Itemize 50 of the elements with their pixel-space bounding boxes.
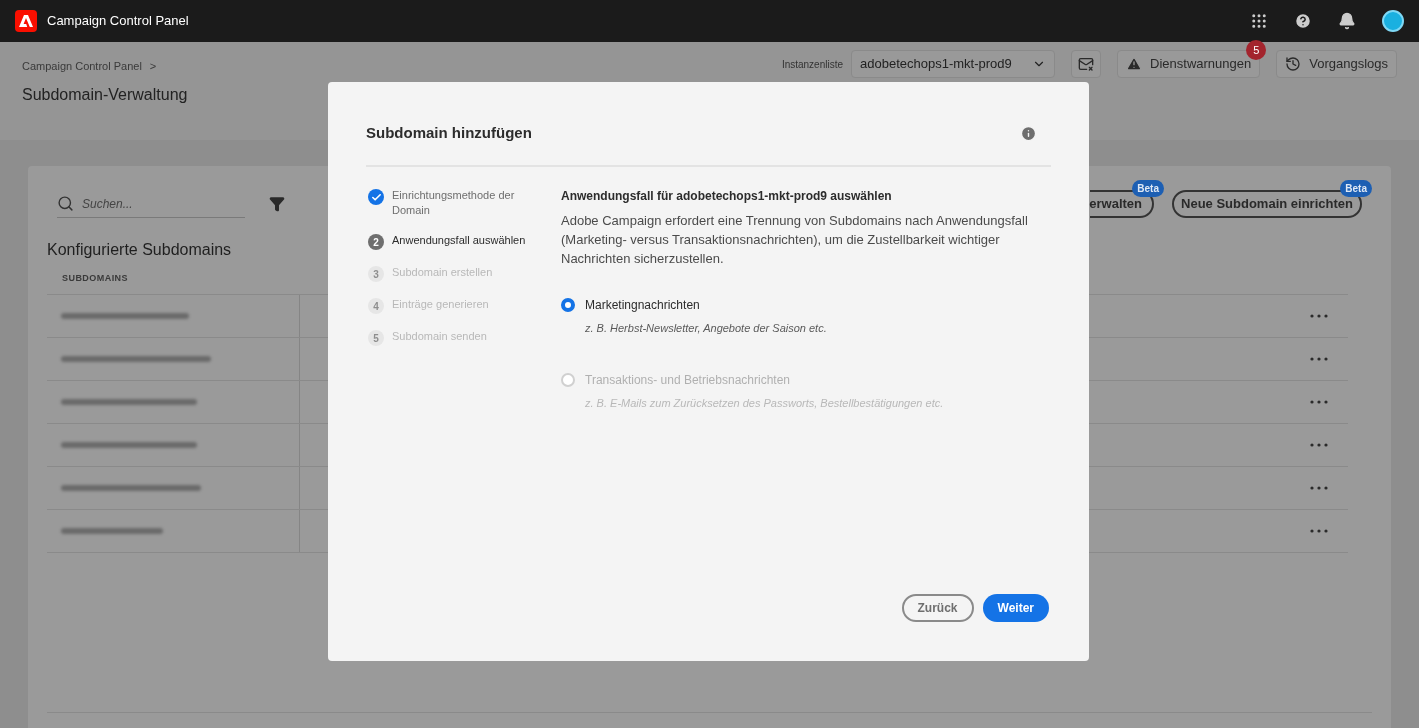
more-icon[interactable] (1310, 399, 1328, 404)
step-label: Einträge generieren (392, 297, 490, 312)
more-icon[interactable] (1310, 528, 1328, 533)
apps-icon[interactable] (1250, 12, 1268, 30)
step-number: 5 (368, 330, 384, 346)
radio-button[interactable] (561, 298, 575, 312)
filter-icon[interactable] (269, 196, 285, 212)
dialog-title: Subdomain hinzufügen (366, 123, 532, 144)
avatar[interactable] (1382, 10, 1404, 32)
column-header: SUBDOMAINS (62, 272, 128, 285)
more-icon[interactable] (1310, 313, 1328, 318)
option-hint: z. B. Herbst-Newsletter, Angebote der Saison etc. (585, 321, 828, 336)
more-icon[interactable] (1310, 356, 1328, 361)
breadcrumb-link[interactable]: Campaign Control Panel (22, 58, 142, 75)
logs-button[interactable]: Vorgangslogs (1276, 50, 1397, 78)
more-icon[interactable] (1310, 485, 1328, 490)
description: Adobe Campaign erfordert eine Trennung von Subdomains nach Anwendungsfall (Marketing- versus Transaktionsnachrichten), um die Zustellbarkeit wichtiger Nachrichten sicherzustellen. (561, 212, 1029, 268)
instance-dropdown[interactable]: adobetechops1-mkt-prod9 (851, 50, 1056, 78)
step-label: Subdomain senden (392, 329, 488, 344)
next-button[interactable]: Weiter (982, 594, 1049, 622)
option-label: Transaktions- und Betriebsnachrichten (585, 371, 790, 389)
logo-icon (15, 10, 37, 32)
more-icon[interactable] (1310, 442, 1328, 447)
info-icon[interactable] (1020, 125, 1037, 142)
section-heading: Anwendungsfall für adobetechops1-mkt-prod9 auswählen (561, 188, 893, 205)
option-label: Marketingnachrichten (585, 297, 700, 314)
step-label: Subdomain erstellen (392, 265, 494, 280)
step-label: Einrichtungsmethode der Domain (392, 188, 516, 218)
option-hint: z. B. E-Mails zum Zurücksetzen des Passworts, Bestellbestätigungen etc. (585, 395, 945, 411)
beta-badge: Beta (1340, 180, 1372, 197)
warning-icon (1126, 56, 1143, 72)
notifications-icon[interactable] (1338, 12, 1356, 30)
back-button[interactable]: Zurück (901, 594, 974, 622)
search-field[interactable]: Suchen... (82, 194, 222, 213)
section-title: Konfigurierte Subdomains (47, 240, 232, 260)
search-icon (57, 195, 74, 212)
step-number: 3 (368, 266, 384, 282)
count-badge: 5 (1246, 40, 1267, 60)
instance-label: Instanzenliste (781, 57, 844, 72)
help-icon[interactable] (1294, 12, 1312, 30)
page-title: Subdomain-Verwaltung (22, 84, 188, 105)
beta-badge: Beta (1132, 180, 1164, 197)
breadcrumb-separator: > (149, 59, 157, 74)
mail-button[interactable] (1071, 50, 1102, 78)
history-icon (1285, 56, 1302, 72)
app-title: Campaign Control Panel (47, 12, 189, 31)
step-number: 2 (368, 234, 384, 250)
step-label: Anwendungsfall auswählen (392, 233, 527, 248)
mail-icon (1078, 56, 1095, 72)
step-number: 4 (368, 298, 384, 314)
